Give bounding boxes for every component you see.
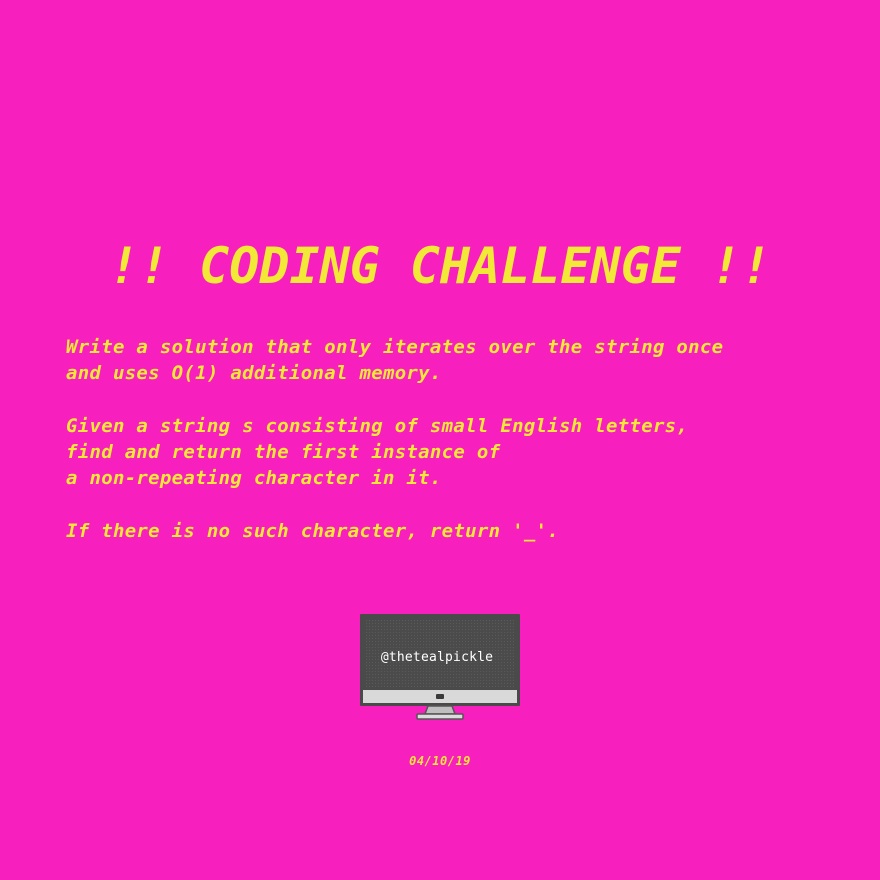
challenge-title: !! CODING CHALLENGE !! xyxy=(108,237,772,295)
date-label: 04/10/19 xyxy=(409,754,471,768)
description-line: Write a solution that only iterates over… xyxy=(66,336,724,358)
handle-text: @thetealpickle xyxy=(380,650,494,665)
description-line: Given a string s consisting of small Eng… xyxy=(66,414,689,437)
desktop-computer-icon xyxy=(360,614,520,720)
challenge-description: Write a solution that only iterates over… xyxy=(66,334,856,544)
description-line: find and return the first instance of xyxy=(66,441,501,464)
monitor-logo: @thetealpickle xyxy=(360,614,520,722)
description-line: If there is no such character, return '_… xyxy=(66,520,560,543)
description-line: and uses O(1) additional memory. xyxy=(66,362,442,385)
description-line: a non-repeating character in it. xyxy=(66,467,442,490)
